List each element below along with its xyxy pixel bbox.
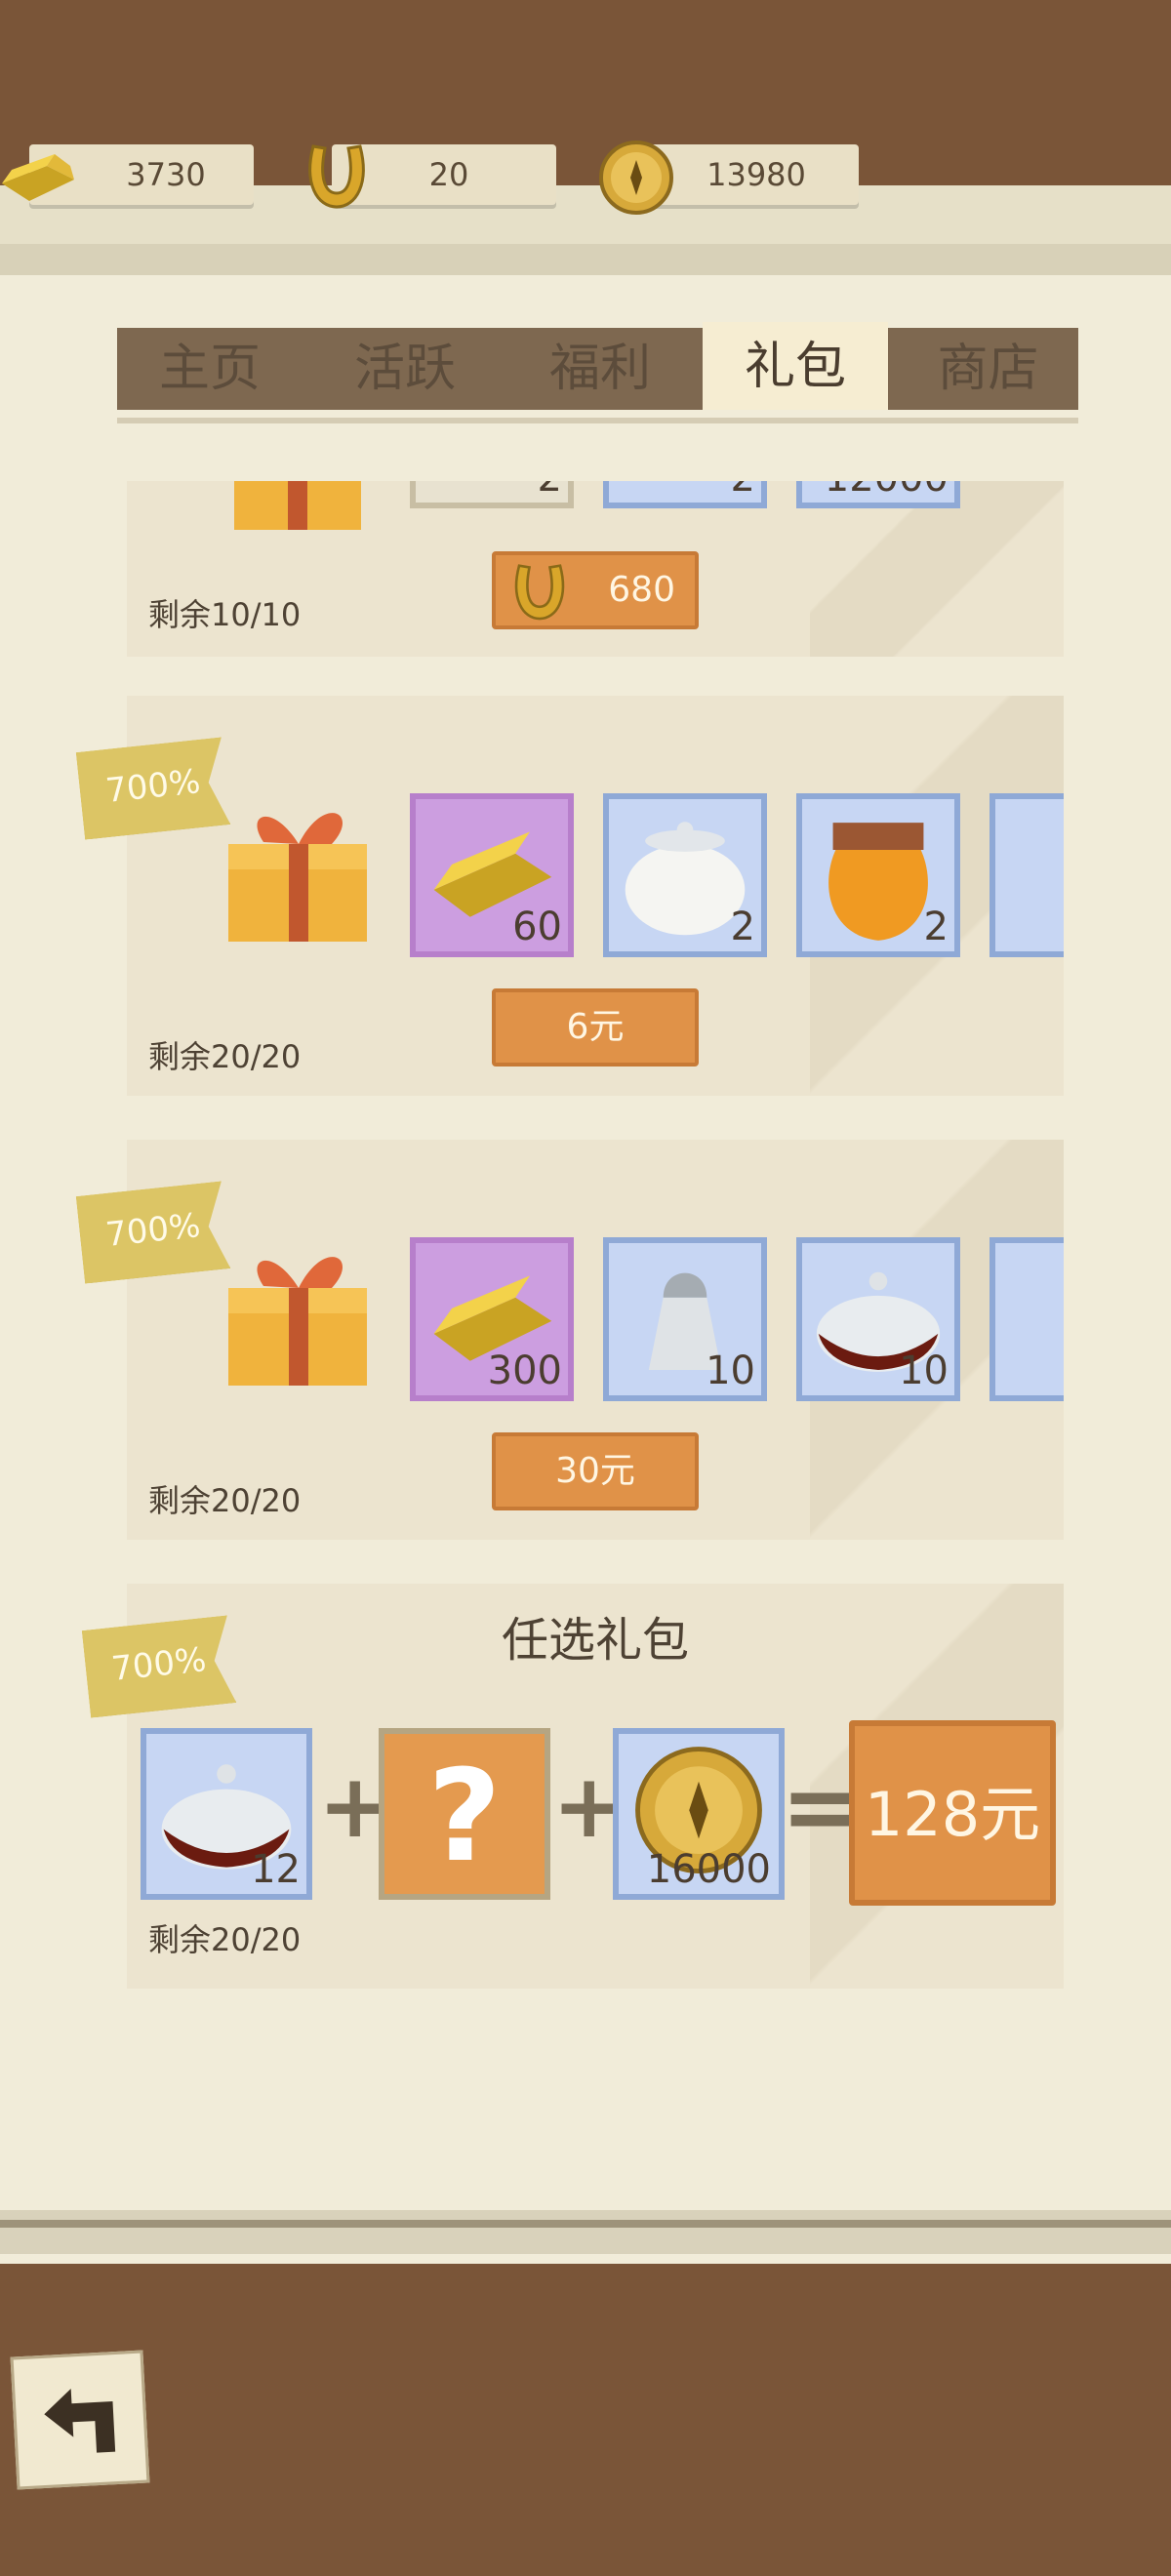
item-qty: 2 (923, 905, 949, 949)
tab-underline (117, 418, 1078, 423)
pack-card: 700% 300 10 10 30元 剩余20/20 (127, 1140, 1064, 1540)
item-qty: 12000 (825, 481, 949, 501)
panel-bottom-line (0, 2220, 1171, 2228)
remaining-count: 剩余20/20 (148, 1921, 302, 1958)
gift-box-icon (228, 813, 367, 942)
reward-item-partial[interactable] (989, 793, 1064, 957)
tab-gift-packs[interactable]: 礼包 (703, 322, 888, 410)
horseshoe-icon (514, 564, 565, 621)
reward-item[interactable]: 12000 (796, 481, 960, 508)
pack-list[interactable]: 2 2 12000 680 剩余10/10 700% 60 2 2 (0, 481, 1171, 2003)
price-label: 680 (608, 570, 675, 610)
tab-active[interactable]: 活跃 (312, 328, 498, 410)
item-qty: 2 (730, 905, 755, 949)
bonus-ribbon: 700% (76, 737, 231, 839)
remaining-count: 剩余20/20 (148, 1038, 302, 1075)
honey-jar-item[interactable]: 2 (796, 793, 960, 957)
remaining-count: 剩余20/20 (148, 1482, 302, 1519)
reward-item-partial[interactable] (989, 1237, 1064, 1401)
gold-value: 3730 (126, 156, 206, 193)
item-qty: 10 (706, 1348, 755, 1393)
buy-button[interactable]: 128元 (849, 1720, 1056, 1906)
soy-sauce-jar-item[interactable]: 10 (796, 1237, 960, 1401)
tab-welfare[interactable]: 福利 (507, 328, 693, 410)
back-button[interactable] (10, 2350, 150, 2490)
buy-button[interactable]: 30元 (492, 1432, 699, 1510)
item-qty: 12 (251, 1847, 301, 1892)
soy-sauce-jar-item[interactable]: 12 (141, 1728, 312, 1900)
item-qty: 10 (899, 1348, 949, 1393)
salt-shaker-item[interactable]: 10 (603, 1237, 767, 1401)
tab-shop[interactable]: 商店 (898, 328, 1078, 410)
pack-title: 任选礼包 (501, 1613, 689, 1668)
question-mark-icon: ? (427, 1742, 502, 1890)
pack-card: 任选礼包 700% 12 + ? + 16000 = 128元 剩余20/20 (127, 1584, 1064, 1989)
horseshoe-icon (308, 144, 365, 209)
item-qty: 16000 (646, 1847, 771, 1892)
gift-box-icon (228, 1257, 367, 1386)
back-arrow-icon (44, 2388, 116, 2453)
gold-bar-icon (2, 154, 74, 201)
gift-box-icon (234, 481, 361, 530)
reward-item[interactable]: 2 (410, 481, 574, 508)
tab-home[interactable]: 主页 (117, 328, 303, 410)
remaining-count: 剩余10/10 (148, 596, 302, 633)
item-qty: 300 (487, 1348, 562, 1393)
buy-button[interactable]: 6元 (492, 988, 699, 1067)
item-qty: 2 (731, 481, 755, 501)
gold-bar-item[interactable]: 60 (410, 793, 574, 957)
pack-card: 700% 60 2 2 6元 剩余20/20 (127, 696, 1064, 1096)
item-qty: 60 (512, 905, 562, 949)
bonus-ribbon: 700% (82, 1615, 237, 1717)
coin-item[interactable]: 16000 (613, 1728, 785, 1900)
random-choice-item[interactable]: ? (379, 1728, 550, 1900)
item-qty: 2 (538, 481, 562, 501)
coin-value: 13980 (707, 156, 806, 193)
reward-item[interactable]: 2 (603, 481, 767, 508)
pack-card: 2 2 12000 680 剩余10/10 (127, 481, 1064, 657)
buy-button[interactable]: 680 (492, 551, 699, 629)
panel-top-rail (0, 244, 1171, 275)
tab-bar: 主页 活跃 福利 礼包 商店 (117, 322, 1078, 410)
bonus-ribbon: 700% (76, 1181, 231, 1283)
gold-bar-item[interactable]: 300 (410, 1237, 574, 1401)
coin-icon (599, 141, 673, 215)
panel-bottom-band (0, 2210, 1171, 2254)
sugar-jar-item[interactable]: 2 (603, 793, 767, 957)
